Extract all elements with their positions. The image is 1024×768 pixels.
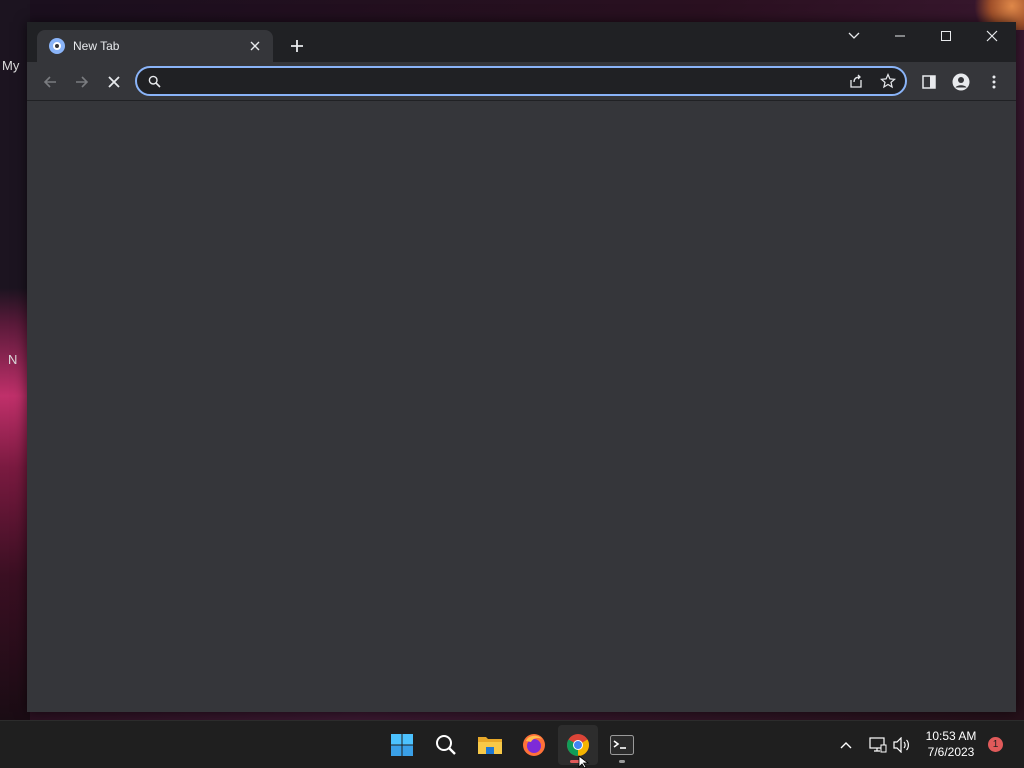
share-icon[interactable]: [845, 70, 867, 92]
desktop-icon-label[interactable]: N: [8, 352, 17, 367]
tab-new-tab[interactable]: New Tab: [37, 30, 273, 62]
star-icon[interactable]: [877, 70, 899, 92]
running-app-indicator: [619, 760, 625, 763]
taskbar-clock[interactable]: 10:53 AM 7/6/2023: [918, 728, 984, 760]
page-content: [27, 101, 1016, 712]
close-icon[interactable]: [245, 36, 265, 56]
arrow-forward-icon[interactable]: [68, 68, 96, 96]
tab-search-icon[interactable]: [831, 22, 877, 50]
chevron-up-icon[interactable]: [834, 721, 858, 768]
close-icon[interactable]: [969, 22, 1015, 50]
side-panel-icon[interactable]: [915, 68, 943, 96]
folder-icon[interactable]: [470, 725, 510, 765]
tab-title: New Tab: [73, 39, 120, 53]
more-vert-icon[interactable]: [980, 68, 1008, 96]
browser-titlebar: New Tab: [27, 22, 1016, 62]
search-icon: [143, 70, 165, 92]
terminal-icon[interactable]: [602, 725, 642, 765]
chrome-newtab-icon: [49, 38, 65, 54]
mouse-cursor-icon: [578, 755, 590, 768]
address-bar[interactable]: [135, 66, 907, 96]
minimize-icon[interactable]: [877, 22, 923, 50]
stop-loading-icon[interactable]: [100, 68, 128, 96]
search-icon[interactable]: [426, 725, 466, 765]
clock-date: 7/6/2023: [927, 745, 975, 759]
network-icon[interactable]: [866, 721, 890, 768]
clock-time: 10:53 AM: [925, 729, 977, 743]
arrow-back-icon[interactable]: [36, 68, 64, 96]
taskbar: 10:53 AM 7/6/2023: [0, 720, 1024, 768]
desktop-icon-label[interactable]: My: [2, 58, 19, 73]
profile-icon[interactable]: [947, 68, 975, 96]
notification-badge[interactable]: 1: [988, 737, 1003, 752]
volume-icon[interactable]: [890, 721, 914, 768]
address-input[interactable]: [165, 71, 845, 91]
browser-window: New Tab: [27, 22, 1016, 712]
browser-toolbar: [27, 62, 1016, 101]
plus-icon[interactable]: [285, 34, 309, 58]
firefox-icon[interactable]: [514, 725, 554, 765]
maximize-icon[interactable]: [923, 22, 969, 50]
windows-start-icon[interactable]: [382, 725, 422, 765]
